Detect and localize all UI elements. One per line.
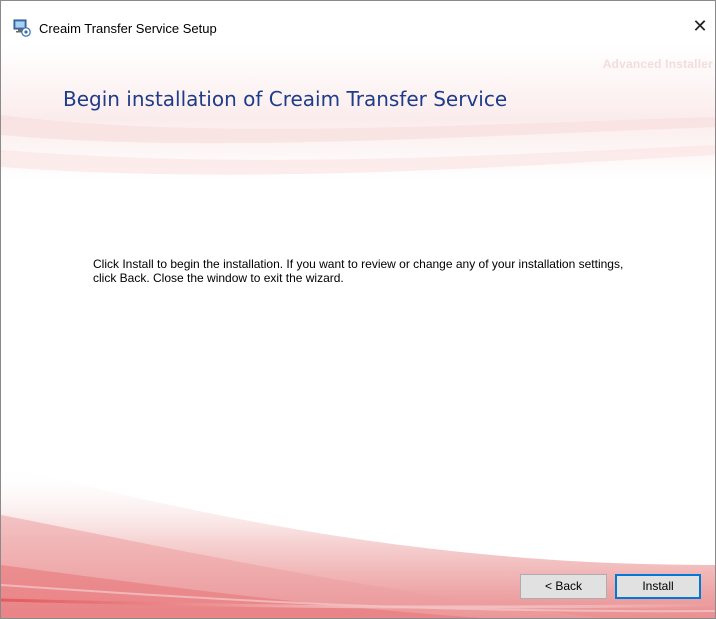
page-title: Begin installation of Creaim Transfer Se…: [63, 87, 508, 111]
setup-window: Creaim Transfer Service Setup ✕ Advanced…: [0, 0, 716, 619]
window-title: Creaim Transfer Service Setup: [39, 21, 217, 36]
install-button[interactable]: Install: [615, 574, 701, 599]
close-icon[interactable]: ✕: [685, 11, 715, 41]
setup-computer-icon: [13, 19, 31, 37]
back-button[interactable]: < Back: [520, 574, 607, 599]
instructions-text: Click Install to begin the installation.…: [93, 257, 693, 285]
advanced-installer-watermark: Advanced Installer: [602, 57, 713, 71]
instructions-line-2: click Back. Close the window to exit the…: [93, 271, 344, 285]
instructions-line-1: Click Install to begin the installation.…: [93, 257, 624, 271]
wizard-page: Advanced Installer Begin installation of…: [1, 45, 715, 618]
background-swoosh: [1, 45, 715, 618]
title-bar[interactable]: Creaim Transfer Service Setup ✕: [1, 1, 715, 45]
